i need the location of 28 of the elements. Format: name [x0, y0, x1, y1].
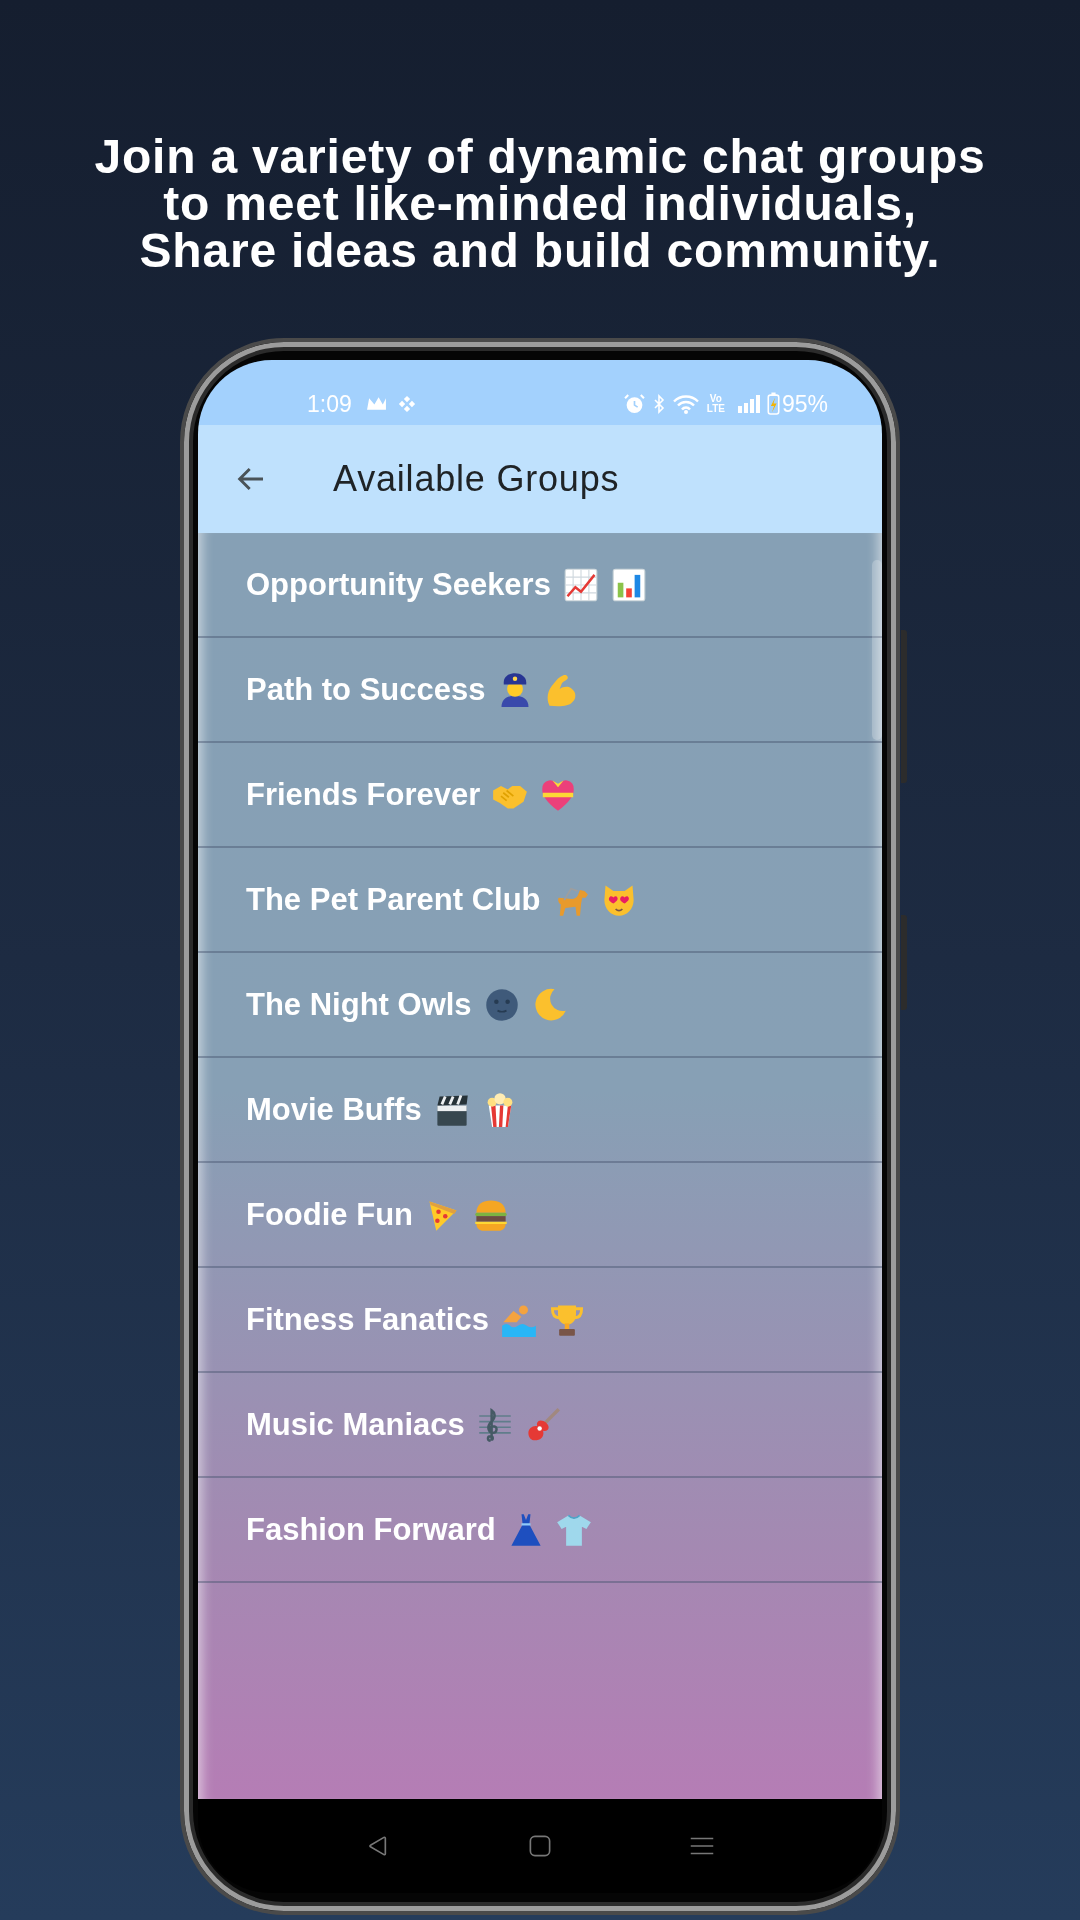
signal-icon	[736, 394, 761, 413]
back-icon[interactable]	[367, 1835, 389, 1857]
battery-icon	[766, 392, 780, 415]
group-item[interactable]: The Night Owls	[198, 953, 882, 1058]
group-item[interactable]: Opportunity Seekers	[198, 533, 882, 638]
group-item[interactable]: Music Maniacs	[198, 1373, 882, 1478]
group-item[interactable]: Foodie Fun	[198, 1163, 882, 1268]
line-chart-icon	[562, 566, 599, 603]
home-icon[interactable]	[529, 1835, 551, 1857]
group-item[interactable]: Friends Forever	[198, 743, 882, 848]
status-time: 1:09	[307, 390, 352, 417]
wifi-icon	[672, 393, 699, 414]
group-item[interactable]: Movie Buffs	[198, 1058, 882, 1163]
group-item[interactable]: Fashion Forward	[198, 1478, 882, 1583]
battery-percent: 95%	[781, 390, 828, 417]
group-item[interactable]: Path to Success	[198, 638, 882, 743]
group-item[interactable]: The Pet Parent Club	[198, 848, 882, 953]
new-moon-icon	[483, 986, 520, 1023]
bluetooth-icon	[652, 393, 665, 414]
bar-chart-icon	[610, 566, 647, 603]
recent-apps-icon[interactable]	[690, 1837, 714, 1855]
crown-icon	[365, 396, 387, 411]
diamond-icon	[397, 394, 416, 413]
alarm-clock-icon	[623, 393, 645, 414]
music-score-icon	[476, 1406, 513, 1443]
network-type-label: Vo LTE	[706, 393, 725, 414]
group-item[interactable]: Fitness Fanatics	[198, 1268, 882, 1373]
app-bar-title: Available Groups	[333, 458, 620, 500]
